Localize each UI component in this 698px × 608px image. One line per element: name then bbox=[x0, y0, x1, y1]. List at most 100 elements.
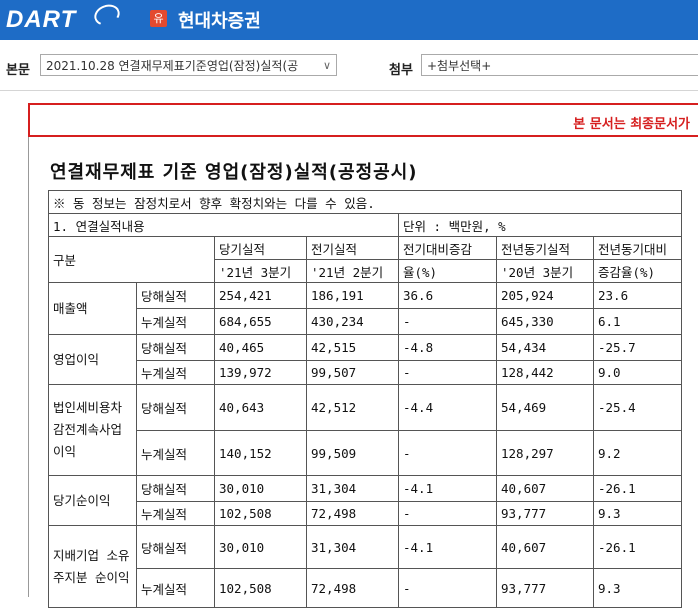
header-qoq-unit: 율(%) bbox=[398, 259, 497, 283]
current-value: 139,972 bbox=[214, 360, 307, 385]
qoq-change: 36.6 bbox=[398, 282, 497, 309]
chevron-down-icon: ∨ bbox=[322, 59, 331, 72]
prior-year-value: 54,434 bbox=[496, 334, 594, 361]
prior-year-value: 93,777 bbox=[496, 568, 594, 608]
table-row: ※ 동 정보는 잠정치로서 향후 확정치와는 다를 수 있음. bbox=[48, 190, 682, 214]
top-header: DART 유 현대차증권 bbox=[0, 0, 698, 40]
main-doc-select[interactable]: 2021.10.28 연결재무제표기준영업(잠정)실적(공 ∨ bbox=[40, 54, 337, 76]
table-row: 누계실적 684,655 430,234-645,330 6.1 bbox=[49, 308, 682, 335]
dart-logo[interactable]: DART bbox=[6, 6, 76, 34]
header-current: 당기실적 bbox=[214, 236, 307, 260]
company-badge: 유 bbox=[150, 10, 167, 27]
table-row: 지배기업 소유주지분 순이익 당해실적 30,010 31,304 -4.1 40,607… bbox=[48, 525, 682, 608]
yoy-change: -26.1 bbox=[593, 525, 682, 569]
current-value: 254,421 bbox=[214, 282, 307, 309]
qoq-change: -4.1 bbox=[398, 525, 497, 569]
final-document-notice: 본 문서는 최종문서가 bbox=[28, 103, 698, 137]
current-value: 140,152 bbox=[214, 430, 307, 476]
period-type-label: 누계실적 bbox=[136, 360, 215, 385]
period-type-label: 당해실적 bbox=[136, 384, 215, 431]
yoy-change: 9.2 bbox=[593, 430, 682, 476]
period-type-label: 당해실적 bbox=[136, 525, 215, 569]
header-yoy: 전년동기대비 bbox=[593, 236, 682, 260]
table-row: 당기순이익 당해실적 30,010 31,304 -4.1 40,607 -26.1 bbox=[48, 475, 682, 526]
yoy-change: 6.1 bbox=[593, 308, 682, 335]
current-value: 102,508 bbox=[214, 501, 307, 526]
previous-value: 31,304 bbox=[306, 475, 399, 502]
attach-select-value: +첨부선택+ bbox=[427, 59, 492, 73]
current-value: 102,508 bbox=[214, 568, 307, 608]
main-doc-select-value: 2021.10.28 연결재무제표기준영업(잠정)실적(공 bbox=[46, 59, 299, 73]
yoy-change: -25.7 bbox=[593, 334, 682, 361]
current-value: 40,465 bbox=[214, 334, 307, 361]
period-type-label: 누계실적 bbox=[136, 501, 215, 526]
document-toolbar: 본문 2021.10.28 연결재무제표기준영업(잠정)실적(공 ∨ 첨부 +첨… bbox=[0, 40, 698, 91]
table-row: 누계실적 139,972 99,507-128,442 9.0 bbox=[49, 360, 682, 385]
qoq-change: - bbox=[398, 501, 497, 526]
prior-year-value: 40,607 bbox=[496, 475, 594, 502]
row-group-label: 당기순이익 bbox=[48, 475, 137, 526]
main-doc-label: 본문 bbox=[6, 63, 30, 78]
document-viewer: 본 문서는 최종문서가 연결재무제표 기준 영업(잠정)실적(공정공시) ※ 동… bbox=[0, 91, 698, 608]
period-type-label: 누계실적 bbox=[136, 568, 215, 608]
current-value: 684,655 bbox=[214, 308, 307, 335]
row-group-label: 지배기업 소유주지분 순이익 bbox=[48, 525, 137, 608]
attach-select[interactable]: +첨부선택+ bbox=[421, 54, 698, 76]
qoq-change: - bbox=[398, 568, 497, 608]
prior-year-value: 205,924 bbox=[496, 282, 594, 309]
current-value: 30,010 bbox=[214, 525, 307, 569]
yoy-change: 9.3 bbox=[593, 568, 682, 608]
unit-label: 단위 : 백만원, % bbox=[398, 213, 682, 237]
attach-label: 첨부 bbox=[389, 63, 413, 78]
yoy-change: -25.4 bbox=[593, 384, 682, 431]
previous-value: 186,191 bbox=[306, 282, 399, 309]
header-yoy-unit: 증감율(%) bbox=[593, 259, 682, 283]
document-title: 연결재무제표 기준 영업(잠정)실적(공정공시) bbox=[50, 162, 418, 183]
earnings-table: ※ 동 정보는 잠정치로서 향후 확정치와는 다를 수 있음. 1. 연결실적내… bbox=[48, 190, 682, 608]
table-row: 구분 당기실적 전기실적 전기대비증감 전년동기실적 전년동기대비 bbox=[48, 236, 682, 283]
previous-value: 99,509 bbox=[306, 430, 399, 476]
table-row: 누계실적 102,508 72,498-93,777 9.3 bbox=[49, 568, 682, 608]
header-yoy-base-period: '20년 3분기 bbox=[496, 259, 594, 283]
yoy-change: -26.1 bbox=[593, 475, 682, 502]
period-type-label: 당해실적 bbox=[136, 475, 215, 502]
yoy-change: 9.0 bbox=[593, 360, 682, 385]
header-category: 구분 bbox=[48, 236, 215, 283]
prior-year-value: 54,469 bbox=[496, 384, 594, 431]
prior-year-value: 40,607 bbox=[496, 525, 594, 569]
prior-year-value: 128,297 bbox=[496, 430, 594, 476]
row-group-label: 법인세비용차감전계속사업이익 bbox=[48, 384, 137, 476]
table-row: 법인세비용차감전계속사업이익 당해실적 40,643 42,512 -4.4 54,469… bbox=[48, 384, 682, 476]
previous-value: 31,304 bbox=[306, 525, 399, 569]
company-name[interactable]: 현대차증권 bbox=[178, 7, 261, 33]
notice-text: 본 문서는 최종문서가 bbox=[573, 117, 690, 132]
previous-value: 42,515 bbox=[306, 334, 399, 361]
row-group-label: 영업이익 bbox=[48, 334, 137, 385]
section-title: 1. 연결실적내용 bbox=[48, 213, 399, 237]
disclaimer-note: ※ 동 정보는 잠정치로서 향후 확정치와는 다를 수 있음. bbox=[48, 190, 682, 214]
dart-logo-swoosh-icon bbox=[91, 1, 123, 29]
prior-year-value: 645,330 bbox=[496, 308, 594, 335]
previous-value: 72,498 bbox=[306, 568, 399, 608]
period-type-label: 당해실적 bbox=[136, 334, 215, 361]
current-value: 40,643 bbox=[214, 384, 307, 431]
header-previous-period: '21년 2분기 bbox=[306, 259, 399, 283]
header-current-period: '21년 3분기 bbox=[214, 259, 307, 283]
qoq-change: - bbox=[398, 430, 497, 476]
table-row: 누계실적 102,508 72,498-93,777 9.3 bbox=[49, 501, 682, 526]
qoq-change: - bbox=[398, 308, 497, 335]
header-yoy-base: 전년동기실적 bbox=[496, 236, 594, 260]
previous-value: 99,507 bbox=[306, 360, 399, 385]
previous-value: 42,512 bbox=[306, 384, 399, 431]
yoy-change: 23.6 bbox=[593, 282, 682, 309]
header-previous: 전기실적 bbox=[306, 236, 399, 260]
period-type-label: 누계실적 bbox=[136, 430, 215, 476]
prior-year-value: 93,777 bbox=[496, 501, 594, 526]
qoq-change: -4.1 bbox=[398, 475, 497, 502]
table-row: 매출액 당해실적 254,421 186,191 36.6 205,924 23.6 bbox=[48, 282, 682, 335]
qoq-change: - bbox=[398, 360, 497, 385]
table-row: 누계실적 140,152 99,509-128,297 9.2 bbox=[49, 430, 682, 476]
period-type-label: 당해실적 bbox=[136, 282, 215, 309]
row-group-label: 매출액 bbox=[48, 282, 137, 335]
current-value: 30,010 bbox=[214, 475, 307, 502]
